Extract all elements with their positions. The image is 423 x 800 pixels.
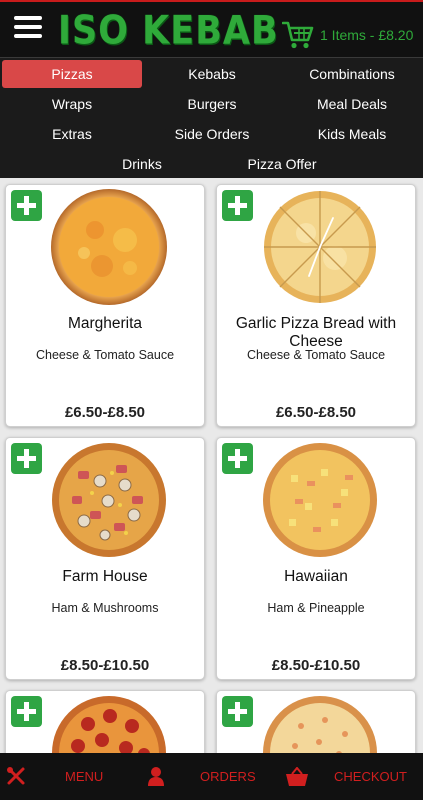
product-title: Garlic Pizza Bread with Cheese <box>235 315 397 350</box>
product-card-garlic-pizza-bread[interactable]: Garlic Pizza Bread with Cheese Cheese & … <box>216 184 416 427</box>
hamburger-menu-icon[interactable] <box>14 16 42 42</box>
tab-meal-deals[interactable]: Meal Deals <box>282 90 422 118</box>
product-description: Cheese & Tomato Sauce <box>35 348 175 362</box>
garlic-bread-pizza-image <box>264 191 376 303</box>
product-title: Farm House <box>62 568 148 585</box>
cheese-pizza-image <box>263 696 377 753</box>
product-title: Hawaiian <box>284 568 348 585</box>
tab-combinations[interactable]: Combinations <box>282 60 422 88</box>
margherita-pizza-image <box>51 189 167 305</box>
orders-label: ORDERS <box>200 769 256 784</box>
tab-drinks[interactable]: Drinks <box>72 150 212 178</box>
product-description: Cheese & Tomato Sauce <box>246 348 386 362</box>
app: ISO KEBAB 1 Items - £8.20 Pizzas Kebabs … <box>0 0 423 800</box>
tab-pizzas[interactable]: Pizzas <box>2 60 142 88</box>
tab-pizza-offer[interactable]: Pizza Offer <box>212 150 352 178</box>
tab-side-orders[interactable]: Side Orders <box>142 120 282 148</box>
product-card-margherita[interactable]: Margherita Cheese & Tomato Sauce £6.50-£… <box>5 184 205 427</box>
tab-kebabs[interactable]: Kebabs <box>142 60 282 88</box>
bottom-nav-menu[interactable]: MENU <box>0 753 140 800</box>
hawaiian-pizza-image <box>263 443 377 557</box>
add-to-cart-plus-icon[interactable] <box>222 443 253 474</box>
product-price: £6.50-£8.50 <box>275 404 357 421</box>
header: ISO KEBAB 1 Items - £8.20 <box>0 0 423 58</box>
checkout-label: CHECKOUT <box>334 769 407 784</box>
user-icon <box>148 767 164 786</box>
product-description: Ham & Mushrooms <box>51 601 159 615</box>
product-card-farm-house[interactable]: Farm House Ham & Mushrooms £8.50-£10.50 <box>5 437 205 680</box>
add-to-cart-plus-icon[interactable] <box>11 443 42 474</box>
product-title: Margherita <box>67 315 143 332</box>
tab-burgers[interactable]: Burgers <box>142 90 282 118</box>
product-description: Ham & Pineapple <box>267 601 365 615</box>
farmhouse-pizza-image <box>52 443 166 557</box>
add-to-cart-plus-icon[interactable] <box>222 696 253 727</box>
bottom-nav-orders[interactable]: ORDERS <box>140 753 280 800</box>
bottom-nav: MENU ORDERS CHECKOUT <box>0 753 423 800</box>
product-card-hawaiian[interactable]: Hawaiian Ham & Pineapple £8.50-£10.50 <box>216 437 416 680</box>
add-to-cart-plus-icon[interactable] <box>222 190 253 221</box>
shopping-cart-icon <box>282 21 314 49</box>
tab-kids-meals[interactable]: Kids Meals <box>282 120 422 148</box>
product-card-pepperoni[interactable] <box>5 690 205 753</box>
add-to-cart-plus-icon[interactable] <box>11 190 42 221</box>
category-nav: Pizzas Kebabs Combinations Wraps Burgers… <box>0 57 423 178</box>
logo: ISO KEBAB <box>58 9 279 54</box>
product-price: £6.50-£8.50 <box>64 404 146 421</box>
basket-icon <box>286 767 308 786</box>
product-price: £8.50-£10.50 <box>271 657 361 674</box>
fork-knife-icon <box>7 767 25 785</box>
tab-extras[interactable]: Extras <box>2 120 142 148</box>
pepperoni-pizza-image <box>52 696 166 753</box>
cart-text: 1 Items - £8.20 <box>320 27 414 43</box>
cart-summary[interactable]: 1 Items - £8.20 <box>282 20 413 50</box>
product-card-cheese[interactable] <box>216 690 416 753</box>
menu-label: MENU <box>65 769 104 784</box>
product-grid: Margherita Cheese & Tomato Sauce £6.50-£… <box>0 178 423 753</box>
product-price: £8.50-£10.50 <box>60 657 150 674</box>
bottom-nav-checkout[interactable]: CHECKOUT <box>280 753 423 800</box>
tab-wraps[interactable]: Wraps <box>2 90 142 118</box>
add-to-cart-plus-icon[interactable] <box>11 696 42 727</box>
